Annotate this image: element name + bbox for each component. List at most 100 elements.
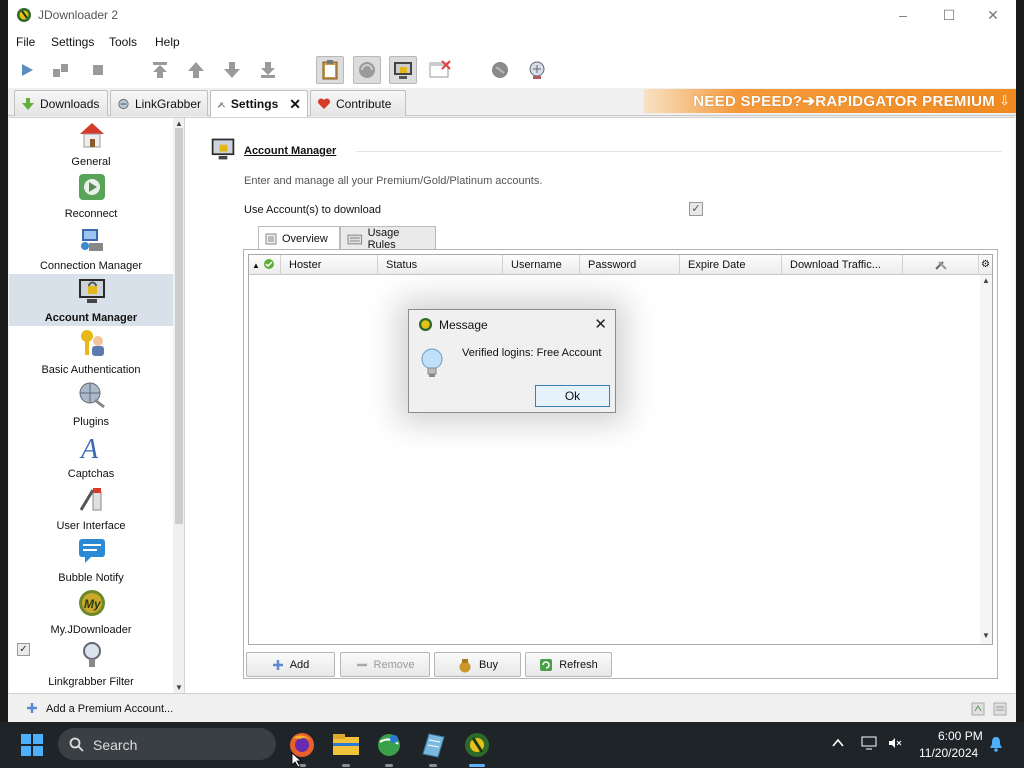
toolbar: [8, 52, 1016, 88]
jdownloader-active-indicator: [469, 764, 485, 767]
reconnect-icon[interactable]: [486, 56, 514, 84]
add-account-button[interactable]: Add: [246, 652, 335, 677]
status-icon-1[interactable]: [971, 702, 985, 716]
sidebar-item-connection-manager[interactable]: Connection Manager: [9, 222, 173, 274]
tab-downloads[interactable]: Downloads: [14, 90, 108, 116]
play-icon[interactable]: [13, 56, 41, 84]
move-bottom-icon[interactable]: [254, 56, 282, 84]
column-hoster[interactable]: Hoster: [281, 255, 378, 275]
network-computer-icon: [81, 229, 103, 251]
refresh-accounts-button[interactable]: Refresh: [525, 652, 612, 677]
sidebar-item-captchas[interactable]: A Captchas: [9, 430, 173, 482]
lightbulb-icon: [421, 348, 443, 377]
column-download-traffic[interactable]: Download Traffic...: [782, 255, 903, 275]
sidebar-checkbox[interactable]: ✓: [17, 643, 30, 656]
scroll-up-icon[interactable]: ▲: [982, 277, 990, 285]
sidebar-item-general[interactable]: General: [9, 118, 173, 170]
menu-tools[interactable]: Tools: [109, 35, 137, 49]
enabled-column-header[interactable]: ▲: [249, 255, 281, 275]
sidebar-item-label: My.JDownloader: [50, 624, 132, 636]
use-accounts-checkbox[interactable]: ✓: [689, 202, 703, 216]
sidebar-item-bubble-notify[interactable]: Bubble Notify: [9, 534, 173, 586]
column-status[interactable]: Status: [378, 255, 503, 275]
sidebar-item-basic-authentication[interactable]: Basic Authentication: [9, 326, 173, 378]
maximize-button[interactable]: ☐: [926, 0, 972, 30]
menu-settings[interactable]: Settings: [51, 35, 94, 49]
clock-time[interactable]: 6:00 PM: [938, 729, 983, 743]
volume-muted-icon[interactable]: [887, 736, 903, 750]
ok-button[interactable]: Ok: [535, 385, 610, 407]
column-settings-icon[interactable]: ⚙: [979, 255, 992, 275]
status-icon-2[interactable]: [993, 702, 1007, 716]
desktop-background-right: [1016, 0, 1024, 722]
tab-contribute-label: Contribute: [336, 96, 392, 111]
sidebar-scrollbar[interactable]: ▲ ▼: [173, 118, 184, 694]
tab-downloads-label: Downloads: [40, 96, 100, 111]
notification-bell-icon[interactable]: [989, 736, 1003, 752]
table-scrollbar[interactable]: ▲ ▼: [980, 275, 992, 644]
move-up-icon[interactable]: [182, 56, 210, 84]
update-icon[interactable]: [523, 56, 551, 84]
column-actions[interactable]: [903, 255, 979, 275]
premium-toggle[interactable]: [389, 56, 417, 84]
chevron-up-icon[interactable]: [832, 738, 844, 748]
sidebar-item-user-interface[interactable]: User Interface: [9, 482, 173, 534]
close-dialog-button[interactable]: ✕: [594, 315, 607, 333]
file-explorer-icon[interactable]: [331, 730, 361, 760]
sidebar-item-plugins[interactable]: Plugins: [9, 378, 173, 430]
column-username[interactable]: Username: [503, 255, 580, 275]
buy-account-button[interactable]: Buy: [434, 652, 521, 677]
buy-button-label: Buy: [479, 658, 498, 671]
remove-account-button[interactable]: Remove: [340, 652, 430, 677]
clipboard-observer-toggle[interactable]: [316, 56, 344, 84]
close-window-button[interactable]: ✕: [970, 0, 1016, 30]
tab-linkgrabber[interactable]: LinkGrabber: [110, 90, 208, 116]
tab-linkgrabber-label: LinkGrabber: [134, 96, 201, 111]
add-premium-account-link[interactable]: Add a Premium Account...: [46, 703, 173, 715]
tab-overview[interactable]: Overview: [258, 226, 340, 251]
banner-arrow-icon: ⇩: [999, 93, 1010, 108]
auto-reconnect-toggle[interactable]: [353, 56, 381, 84]
column-expire-date[interactable]: Expire Date: [680, 255, 782, 275]
speech-bubble-icon: [79, 539, 105, 563]
scroll-down-icon[interactable]: ▼: [982, 632, 990, 640]
tab-contribute[interactable]: Contribute: [310, 90, 406, 116]
pause-icon[interactable]: [46, 56, 74, 84]
sidebar-item-account-manager[interactable]: Account Manager: [9, 274, 173, 326]
wrench-icon: [934, 261, 947, 270]
close-tab-icon[interactable]: ✕: [289, 96, 301, 113]
scroll-down-icon[interactable]: ▼: [175, 684, 183, 692]
tab-settings[interactable]: Settings ✕: [210, 90, 308, 117]
sidebar-item-my-jdownloader[interactable]: My My.JDownloader: [9, 586, 173, 638]
menu-help[interactable]: Help: [155, 35, 180, 49]
network-status-icon[interactable]: [861, 736, 877, 750]
stop-icon[interactable]: [84, 56, 112, 84]
move-down-icon[interactable]: [218, 56, 246, 84]
house-icon: [80, 123, 104, 148]
panel-description: Enter and manage all your Premium/Gold/P…: [244, 175, 543, 187]
magnifier-filter-icon: [83, 642, 101, 667]
notepad-icon[interactable]: [418, 730, 448, 760]
add-button-label: Add: [289, 658, 310, 671]
cleanup-icon[interactable]: [426, 56, 454, 84]
windows-start-icon[interactable]: [20, 733, 44, 757]
settings-sidebar: General Reconnect Connection Manager Acc…: [9, 118, 185, 694]
sidebar-item-reconnect[interactable]: Reconnect: [9, 170, 173, 222]
network-globe-icon[interactable]: [374, 730, 404, 760]
column-password[interactable]: Password: [580, 255, 680, 275]
tab-usage-rules[interactable]: Usage Rules: [340, 226, 436, 251]
jdownloader-taskbar-icon[interactable]: [462, 730, 492, 760]
reconnect-icon: [79, 174, 105, 200]
minimize-button[interactable]: –: [880, 0, 926, 30]
sidebar-item-linkgrabber-filter[interactable]: Linkgrabber Filter: [9, 638, 173, 690]
search-icon: [69, 737, 84, 752]
panel-title: Account Manager: [244, 145, 337, 157]
sidebar-item-label: Connection Manager: [39, 260, 143, 272]
scroll-up-icon[interactable]: ▲: [175, 120, 183, 128]
sidebar-scroll-thumb[interactable]: [175, 128, 183, 524]
premium-banner[interactable]: NEED SPEED?➔RAPIDGATOR PREMIUM ⇩: [644, 89, 1016, 113]
move-top-icon[interactable]: [146, 56, 174, 84]
taskbar-search-box[interactable]: Search: [58, 728, 276, 760]
menu-file[interactable]: File: [16, 35, 35, 49]
clock-date[interactable]: 11/20/2024: [919, 746, 978, 760]
